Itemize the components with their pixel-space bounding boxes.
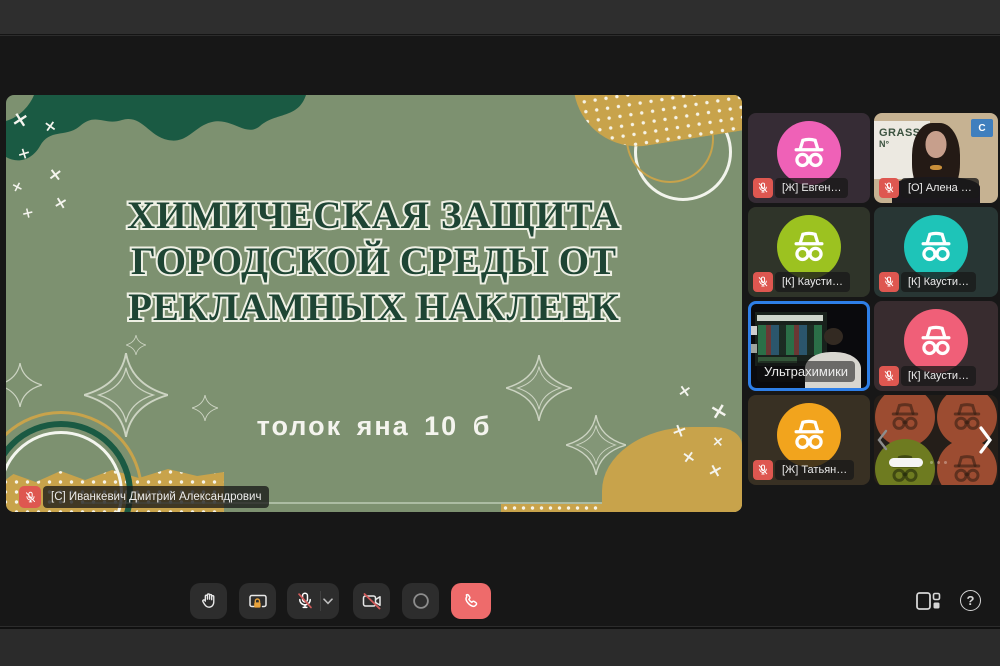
help-glyph: ? [967, 593, 975, 608]
avatar [777, 403, 841, 467]
avatar [777, 121, 841, 185]
window-titlebar [0, 0, 1000, 35]
end-call-button[interactable] [451, 583, 491, 619]
chevron-down-icon[interactable] [323, 598, 333, 605]
mic-muted-icon [753, 178, 773, 198]
slide-title-line: РЕКЛАМНЫХ НАКЛЕЕК [6, 285, 742, 331]
incognito-icon [913, 224, 959, 270]
mic-muted-icon [879, 366, 899, 386]
person-head [824, 328, 843, 345]
camera-off-button[interactable] [353, 583, 390, 619]
meeting-app-window: ХИМИЧЕСКАЯ ЗАЩИТА ГОРОДСКОЙ СРЕДЫ ОТ РЕК… [0, 0, 1000, 666]
participant-name-label: [К] Каусти… [879, 366, 976, 386]
incognito-icon [786, 130, 832, 176]
incognito-icon [884, 396, 926, 438]
cross-mark [47, 166, 63, 185]
mic-muted-icon [879, 272, 899, 292]
help-button[interactable]: ? [960, 590, 981, 611]
sparkle-star [126, 335, 146, 355]
hand-icon [198, 590, 220, 612]
participant-overflow-tile[interactable] [874, 395, 998, 485]
mic-muted-icon [294, 590, 316, 612]
layout-view-button[interactable] [915, 591, 941, 616]
phone-icon [460, 590, 482, 612]
participant-name-text: Ультрахимики [757, 361, 855, 382]
incognito-icon [786, 224, 832, 270]
participant-tile-active-speaker[interactable]: Ультрахимики [748, 301, 870, 391]
layout-grid-icon [915, 591, 941, 611]
share-screen-button[interactable] [239, 583, 276, 619]
participant-name-label: [К] Каусти… [879, 272, 976, 292]
mic-muted-icon [753, 460, 773, 480]
participant-name-text: [О] Алена … [901, 178, 979, 198]
cross-mark [43, 118, 58, 135]
raise-hand-button[interactable] [190, 583, 227, 619]
participant-tile[interactable]: [К] Каусти… [874, 207, 998, 297]
avatar [904, 309, 968, 373]
participant-tile[interactable]: GRASS N° C [О] Алена … [874, 113, 998, 203]
incognito-icon [786, 412, 832, 458]
screen-share-stage: ХИМИЧЕСКАЯ ЗАЩИТА ГОРОДСКОЙ СРЕДЫ ОТ РЕК… [6, 95, 742, 512]
presenter-name-label: [С] Иванкевич Дмитрий Александрович [19, 486, 269, 508]
window-bottom-strip [0, 627, 1000, 666]
participant-name-label: [К] Каусти… [753, 272, 850, 292]
mic-muted-icon [753, 272, 773, 292]
previous-page-arrow-icon[interactable] [876, 428, 889, 452]
participant-name-text: [К] Каусти… [901, 366, 976, 386]
cross-mark [677, 382, 693, 400]
slide-title-line: ХИМИЧЕСКАЯ ЗАЩИТА [6, 193, 742, 239]
wall-detail [751, 344, 757, 353]
screen-content [758, 325, 822, 355]
slide-subtitle: толок яна 10 б [6, 411, 742, 442]
participant-name-text: [К] Каусти… [775, 272, 850, 292]
person-scarf [930, 165, 942, 170]
participant-tile[interactable]: [Ж] Татьян… [748, 395, 870, 485]
participant-name-label: [О] Алена … [879, 178, 979, 198]
cross-mark [681, 448, 697, 466]
slide-title: ХИМИЧЕСКАЯ ЗАЩИТА ГОРОДСКОЙ СРЕДЫ ОТ РЕК… [6, 193, 742, 331]
wall-detail [751, 326, 757, 335]
avatar [777, 215, 841, 279]
participant-tile[interactable]: [Ж] Евген… [748, 113, 870, 203]
camera-off-icon [360, 589, 384, 613]
record-button[interactable] [402, 583, 439, 619]
participant-name-text: [Ж] Евген… [775, 178, 848, 198]
more-participants-dots [928, 461, 950, 464]
record-circle-icon [410, 590, 432, 612]
button-divider [320, 591, 321, 611]
participant-tile[interactable]: [К] Каусти… [748, 207, 870, 297]
mic-muted-icon [879, 178, 899, 198]
avatar [904, 215, 968, 279]
person-face [926, 131, 947, 158]
slide-title-line: ГОРОДСКОЙ СРЕДЫ ОТ [6, 239, 742, 285]
wall-logo: C [971, 119, 993, 137]
participant-name-label: [Ж] Татьян… [753, 460, 854, 480]
participant-tile[interactable]: [К] Каусти… [874, 301, 998, 391]
participant-name-text: [К] Каусти… [901, 272, 976, 292]
presenter-name-text: [С] Иванкевич Дмитрий Александрович [43, 486, 269, 508]
sparkle-star [6, 363, 42, 407]
microphone-mute-button[interactable] [287, 583, 339, 619]
screen-top-band [757, 315, 823, 321]
participant-name-label: Ультрахимики [757, 361, 855, 382]
mic-muted-icon [19, 486, 41, 508]
next-page-arrow-icon[interactable] [977, 425, 994, 455]
participant-name-label: [Ж] Евген… [753, 178, 848, 198]
share-screen-lock-icon [246, 589, 270, 613]
more-participants-pill [889, 458, 923, 467]
participant-name-text: [Ж] Татьян… [775, 460, 854, 480]
incognito-icon [913, 318, 959, 364]
